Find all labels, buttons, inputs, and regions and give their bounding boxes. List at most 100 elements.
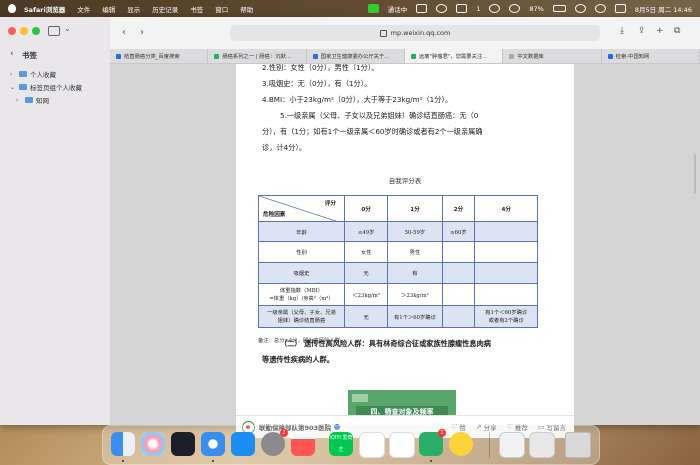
tab-label: 国家卫生健康委办公厅关于...: [320, 54, 390, 60]
sidebar-item-label: 标签页组个人收藏: [30, 84, 82, 92]
music-icon[interactable]: [489, 4, 501, 13]
zoom-window-button[interactable]: [32, 27, 40, 35]
share-icon[interactable]: ⇪: [638, 26, 646, 36]
caret-down-icon[interactable]: ⌄: [10, 84, 16, 91]
back-icon[interactable]: ‹: [122, 27, 126, 38]
sidebar-item-favorites[interactable]: › 个人收藏: [10, 69, 56, 80]
menu-bookmarks[interactable]: 书签: [190, 4, 203, 14]
chevron-down-icon[interactable]: ⌄: [64, 24, 71, 33]
wechat-dock-icon[interactable]: 1: [419, 429, 446, 456]
tab-chinese-database[interactable]: 中文数据库: [503, 49, 602, 63]
menu-help[interactable]: 帮助: [240, 4, 253, 14]
menu-history[interactable]: 历史记录: [152, 4, 178, 14]
cell: 女性: [343, 241, 389, 263]
system-settings-icon[interactable]: 2: [261, 429, 288, 456]
row-factor: 体重指数（MBI） =体重（kg）/身高²（m²）: [258, 283, 345, 306]
battery-icon[interactable]: [552, 5, 566, 12]
table-row: 一级亲属（父母、子女、兄弟 姐妹）确诊结直肠癌 无 有1个＞60岁确诊 有1个＜…: [258, 305, 538, 328]
row-factor: 年龄: [258, 221, 345, 242]
sidebar-title: 书签: [22, 51, 37, 60]
cell: [441, 283, 476, 306]
tab-active[interactable]: 远离"肿瘤君"，您需要关注...: [404, 49, 504, 63]
forward-icon[interactable]: ›: [140, 27, 144, 38]
tab-label: 结直肠癌分类_百度搜索: [124, 54, 180, 60]
baidu-icon: [116, 53, 121, 59]
bookmarks-sidebar: ⌄ ‹ 书签 › 个人收藏 ⌄ 标签页组个人收藏 › 知网: [0, 17, 111, 425]
downloads-stack-icon[interactable]: [529, 432, 555, 458]
table-row: 性别 女性 男性: [258, 241, 538, 263]
battery-percent: 87%: [529, 4, 544, 13]
minimize-window-button[interactable]: [20, 27, 28, 35]
toolbar: ‹ › mp.weixin.qq.com ⤓ ⇪ + ⧉: [110, 17, 700, 49]
clock[interactable]: 8月5日 周二 14:46: [635, 4, 692, 14]
apple-icon[interactable]: [8, 4, 16, 13]
tab-nhc[interactable]: 国家卫生健康委办公厅关于...: [307, 49, 405, 63]
iphone-mirroring-icon[interactable]: [291, 432, 315, 456]
paragraph: 分），有（1分；如有1个一级亲属＜60岁时确诊或者有2个一级亲属确: [262, 127, 483, 136]
tab-label: 中文数据库: [517, 54, 544, 60]
photos-icon[interactable]: [141, 432, 165, 456]
wifi-icon[interactable]: [574, 4, 586, 13]
scrollbar[interactable]: [694, 154, 696, 194]
cnki-icon: [607, 53, 613, 59]
freeform-icon[interactable]: [171, 432, 195, 456]
sidebar-toggle-icon[interactable]: [48, 26, 60, 36]
close-window-button[interactable]: [8, 27, 16, 35]
screen-icon[interactable]: [416, 4, 428, 13]
iqiyi-icon[interactable]: iQIYI 爱奇艺: [329, 432, 353, 456]
corner-factor-label: 危险因素: [263, 212, 286, 218]
status-area: 通话中 1 87% 8月5日 周二 14:46: [367, 0, 692, 17]
tab-wechat-article[interactable]: 肠癌系列之一 | 肠癌：沉默...: [208, 49, 307, 63]
caret-right-icon[interactable]: ›: [16, 97, 22, 104]
bluetooth-icon[interactable]: [436, 4, 448, 13]
control-center-icon[interactable]: [614, 4, 626, 13]
address-bar[interactable]: mp.weixin.qq.com: [230, 25, 600, 41]
play-icon[interactable]: [509, 4, 521, 13]
url-text[interactable]: mp.weixin.qq.com: [391, 29, 451, 37]
download-icon[interactable]: ⤓: [620, 26, 624, 36]
tab-label: 检索-中国知网: [615, 54, 650, 60]
app-store-icon[interactable]: [231, 432, 255, 456]
tab-cnki[interactable]: 检索-中国知网: [602, 49, 700, 63]
cell: ＜23kg/m²: [343, 283, 389, 306]
cell: 无: [343, 262, 389, 284]
menu-app[interactable]: Safari浏览器: [24, 4, 65, 14]
tab-label: 肠癌系列之一 | 肠癌：沉默...: [222, 54, 291, 60]
sidebar-item-label: 个人收藏: [30, 71, 56, 79]
search-icon[interactable]: [594, 4, 606, 13]
cell: 男性: [387, 241, 443, 263]
cell: ≥60岁: [441, 221, 476, 242]
new-tab-icon[interactable]: +: [656, 26, 664, 36]
back-chevron-icon[interactable]: ‹: [10, 49, 14, 59]
wps-icon[interactable]: [389, 432, 415, 458]
menu-window[interactable]: 窗口: [215, 4, 228, 14]
menu-view[interactable]: 显示: [127, 4, 140, 14]
paragraph: 3.吸烟史：无（0分），有（1分）。: [262, 79, 372, 88]
tab-baidu[interactable]: 结直肠癌分类_百度搜索: [110, 49, 209, 63]
wechat-count: 1: [476, 4, 481, 13]
cell: [474, 283, 538, 306]
trash-icon[interactable]: [565, 432, 591, 458]
running-indicator: [430, 460, 432, 462]
sidebar-item-cnki[interactable]: › 知网: [16, 95, 49, 106]
caret-right-icon[interactable]: ›: [10, 71, 16, 78]
phone-call-icon[interactable]: [367, 4, 379, 13]
dock: 2 iQIYI 爱奇艺 1: [102, 425, 600, 465]
video-player-icon[interactable]: [359, 432, 385, 458]
cell: ＞23kg/m²: [387, 283, 443, 306]
lock-icon: [379, 29, 387, 37]
wechat-menubar-icon[interactable]: [456, 4, 468, 13]
header-2: 2分: [441, 195, 476, 222]
menu-file[interactable]: 文件: [77, 4, 90, 14]
safari-icon[interactable]: [201, 432, 225, 456]
corner-score-label: 评分: [324, 201, 336, 207]
cell: 有: [387, 262, 443, 284]
qq-music-icon[interactable]: [449, 432, 473, 456]
menu-edit[interactable]: 编辑: [102, 4, 115, 14]
dock-separator: [489, 432, 490, 458]
finder-icon[interactable]: [111, 432, 135, 456]
sidebar-item-tabgroup-favorites[interactable]: ⌄ 标签页组个人收藏: [10, 82, 82, 93]
recent-document-icon[interactable]: [499, 432, 525, 458]
tab-overview-icon[interactable]: ⧉: [674, 26, 680, 36]
notification-badge: 2: [280, 429, 288, 437]
